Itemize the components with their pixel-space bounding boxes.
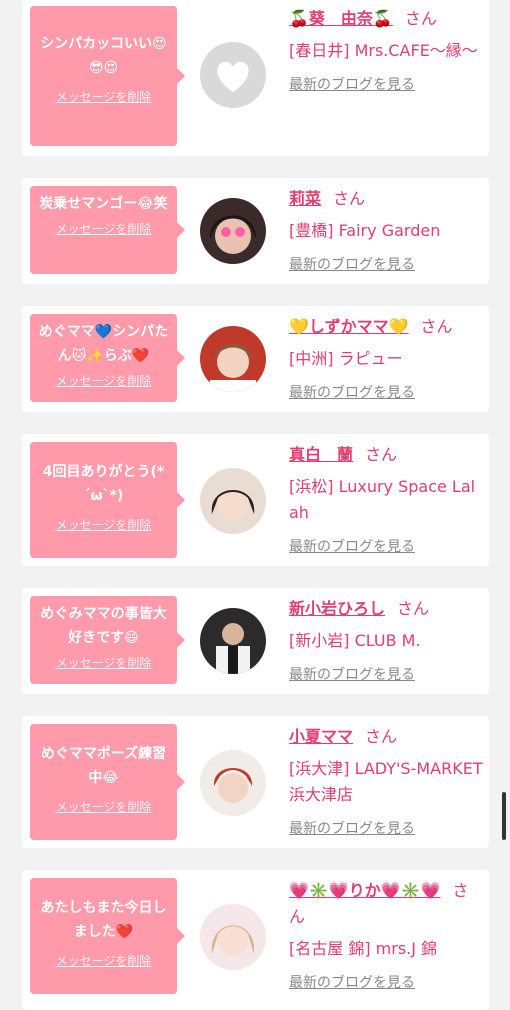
delete-message-button[interactable]: メッセージを削除 bbox=[36, 220, 171, 237]
member-name-link[interactable]: 💗✳️💗りか💗✳️💗 bbox=[289, 881, 441, 900]
woman-photo-icon bbox=[200, 326, 266, 392]
latest-blog-link[interactable]: 最新のブログを見る bbox=[289, 662, 484, 688]
member-name-link[interactable]: 新小岩ひろし bbox=[289, 599, 385, 618]
list-item: 4回目ありがとう(*´ω`*) メッセージを削除 真白 蘭さん [浜松] Lux… bbox=[22, 434, 489, 566]
latest-blog-link[interactable]: 最新のブログを見る bbox=[289, 534, 484, 560]
message-bubble: 4回目ありがとう(*´ω`*) メッセージを削除 bbox=[30, 442, 185, 558]
woman-photo-icon bbox=[200, 904, 266, 970]
shop-name: [豊橋] Fairy Garden bbox=[289, 221, 441, 240]
message-text: めぐママポーズ練習中😂 bbox=[40, 746, 167, 786]
member-info: 新小岩ひろし さん [新小岩] CLUB M. 最新のブログを見る bbox=[289, 596, 484, 688]
honorific: さん bbox=[333, 189, 366, 208]
honorific: さん bbox=[404, 9, 437, 28]
avatar[interactable] bbox=[200, 326, 266, 392]
member-info: 💗✳️💗りか💗✳️💗 さん [名古屋 錦] mrs.J 錦 最新のブログを見る bbox=[289, 878, 484, 996]
heart-icon bbox=[200, 42, 266, 108]
avatar[interactable] bbox=[200, 750, 266, 816]
delete-message-button[interactable]: メッセージを削除 bbox=[36, 88, 171, 105]
honorific: さん bbox=[365, 727, 398, 746]
member-name-link[interactable]: 莉菜 bbox=[289, 189, 321, 208]
message-bubble: めぐママ💙シンパたん🐱✨らぶ❤️ メッセージを削除 bbox=[30, 314, 185, 402]
message-text: めぐみママの事皆大好きです😄 bbox=[40, 606, 167, 646]
delete-message-button[interactable]: メッセージを削除 bbox=[36, 654, 171, 671]
message-text: 炭乗せマンゴー😂笑 bbox=[39, 196, 168, 212]
honorific: さん bbox=[365, 445, 398, 464]
avatar[interactable] bbox=[200, 608, 266, 674]
member-info: 真白 蘭さん [浜松] Luxury Space Lalah 最新のブログを見る bbox=[289, 442, 484, 560]
shop-name: [中洲] ラピュー bbox=[289, 349, 403, 368]
list-item: めぐママ💙シンパたん🐱✨らぶ❤️ メッセージを削除 💛しずかママ💛 さん [中洲]… bbox=[22, 306, 489, 412]
message-bubble: 炭乗せマンゴー😂笑 メッセージを削除 bbox=[30, 186, 185, 274]
scrollbar[interactable] bbox=[502, 792, 506, 840]
avatar[interactable] bbox=[200, 904, 266, 970]
message-text: あたしもまた今日しました❤️ bbox=[40, 900, 167, 940]
latest-blog-link[interactable]: 最新のブログを見る bbox=[289, 816, 484, 842]
woman-photo-icon bbox=[200, 198, 266, 264]
member-name-link[interactable]: 小夏ママ bbox=[289, 727, 353, 746]
member-name-link[interactable]: 真白 蘭 bbox=[289, 445, 353, 464]
avatar[interactable] bbox=[200, 198, 266, 264]
message-text: シンパカッコいい😍😎😍 bbox=[40, 36, 167, 76]
avatar[interactable] bbox=[200, 468, 266, 534]
delete-message-button[interactable]: メッセージを削除 bbox=[36, 516, 171, 533]
message-bubble: シンパカッコいい😍😎😍 メッセージを削除 bbox=[30, 6, 185, 146]
man-photo-icon bbox=[200, 608, 266, 674]
message-feed: シンパカッコいい😍😎😍 メッセージを削除 🍒葵 由奈🍒 さん [春日井] Mrs.… bbox=[0, 0, 510, 1010]
list-item: シンパカッコいい😍😎😍 メッセージを削除 🍒葵 由奈🍒 さん [春日井] Mrs.… bbox=[22, 0, 489, 156]
shop-name: [浜大津] LADY'S-MARKET 浜大津店 bbox=[289, 759, 483, 804]
delete-message-button[interactable]: メッセージを削除 bbox=[36, 372, 171, 389]
message-text: 4回目ありがとう(*´ω`*) bbox=[42, 464, 165, 504]
woman-photo-icon bbox=[200, 468, 266, 534]
avatar[interactable] bbox=[200, 42, 266, 108]
message-bubble: めぐママポーズ練習中😂 メッセージを削除 bbox=[30, 724, 185, 840]
latest-blog-link[interactable]: 最新のブログを見る bbox=[289, 72, 484, 98]
message-text: めぐママ💙シンパたん🐱✨らぶ❤️ bbox=[38, 324, 169, 364]
member-info: 莉菜 さん [豊橋] Fairy Garden 最新のブログを見る bbox=[289, 186, 484, 278]
delete-message-button[interactable]: メッセージを削除 bbox=[36, 798, 171, 815]
woman-photo-icon bbox=[200, 750, 266, 816]
list-item: 炭乗せマンゴー😂笑 メッセージを削除 莉菜 さん [豊橋] Fairy Garde… bbox=[22, 178, 489, 284]
member-info: 小夏ママ さん [浜大津] LADY'S-MARKET 浜大津店 最新のブログを見… bbox=[289, 724, 484, 842]
shop-name: [名古屋 錦] mrs.J 錦 bbox=[289, 939, 438, 958]
message-bubble: あたしもまた今日しました❤️ メッセージを削除 bbox=[30, 878, 185, 994]
delete-message-button[interactable]: メッセージを削除 bbox=[36, 952, 171, 969]
shop-name: [新小岩] CLUB M. bbox=[289, 631, 421, 650]
honorific: さん bbox=[420, 317, 453, 336]
list-item: めぐママポーズ練習中😂 メッセージを削除 小夏ママ さん [浜大津] LADY'S… bbox=[22, 716, 489, 848]
honorific: さん bbox=[397, 599, 430, 618]
shop-name: [浜松] Luxury Space Lalah bbox=[289, 477, 476, 522]
list-item: あたしもまた今日しました❤️ メッセージを削除 💗✳️💗りか💗✳️💗 さん [名古… bbox=[22, 870, 489, 1010]
member-info: 💛しずかママ💛 さん [中洲] ラピュー 最新のブログを見る bbox=[289, 314, 484, 406]
member-name-link[interactable]: 🍒葵 由奈🍒 bbox=[289, 9, 393, 28]
message-bubble: めぐみママの事皆大好きです😄 メッセージを削除 bbox=[30, 596, 185, 684]
latest-blog-link[interactable]: 最新のブログを見る bbox=[289, 380, 484, 406]
shop-name: [春日井] Mrs.CAFE〜縁〜 bbox=[289, 41, 478, 60]
member-info: 🍒葵 由奈🍒 さん [春日井] Mrs.CAFE〜縁〜 最新のブログを見る bbox=[289, 6, 484, 98]
member-name-link[interactable]: 💛しずかママ💛 bbox=[289, 317, 409, 336]
latest-blog-link[interactable]: 最新のブログを見る bbox=[289, 252, 484, 278]
latest-blog-link[interactable]: 最新のブログを見る bbox=[289, 970, 484, 996]
list-item: めぐみママの事皆大好きです😄 メッセージを削除 新小岩ひろし さん [新小岩] C… bbox=[22, 588, 489, 694]
